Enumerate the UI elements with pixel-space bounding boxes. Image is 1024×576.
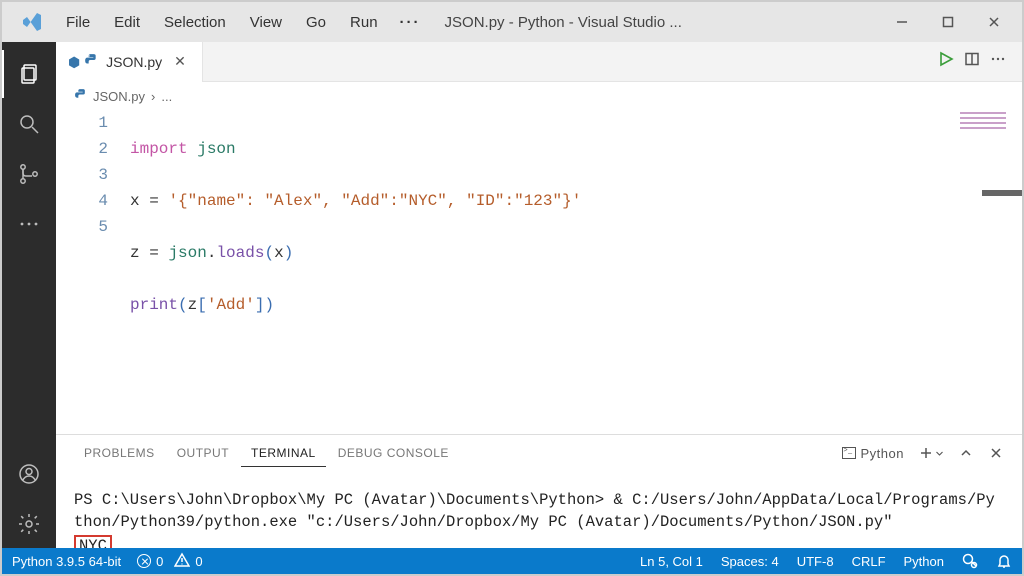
terminal-icon [842,447,856,459]
activity-search[interactable] [2,100,56,148]
window-controls [880,6,1016,38]
tab-filename: JSON.py [106,54,162,70]
minimap[interactable] [946,110,1016,180]
warning-icon [174,552,190,571]
scroll-indicator [982,190,1022,196]
activity-bar [2,42,56,548]
close-button[interactable] [972,6,1016,38]
menu-go[interactable]: Go [296,10,336,35]
activity-account[interactable] [2,450,56,498]
terminal-content[interactable]: PS C:\Users\John\Dropbox\My PC (Avatar)\… [56,471,1022,548]
panel-tab-problems[interactable]: PROBLEMS [74,440,165,466]
breadcrumb-separator-icon: › [151,89,155,104]
breadcrumb[interactable]: JSON.py › ... [56,82,1022,110]
status-python-version[interactable]: Python 3.9.5 64-bit [12,554,121,569]
status-eol[interactable]: CRLF [852,554,886,569]
breadcrumb-rest: ... [161,89,172,104]
terminal-line: PS C:\Users\John\Dropbox\My PC (Avatar)\… [74,489,1004,533]
status-indent[interactable]: Spaces: 4 [721,554,779,569]
python-file-icon [68,53,98,71]
terminal-shell-select[interactable]: Python [842,446,904,461]
status-cursor-position[interactable]: Ln 5, Col 1 [640,554,703,569]
vscode-window: File Edit Selection View Go Run ··· JSON… [0,0,1024,576]
menu-overflow-icon[interactable]: ··· [392,10,429,35]
menu-selection[interactable]: Selection [154,10,236,35]
status-notifications-icon[interactable] [996,553,1012,569]
menu-bar: File Edit Selection View Go Run ··· [56,10,429,35]
menu-run[interactable]: Run [340,10,388,35]
panel-tab-debug-console[interactable]: DEBUG CONSOLE [328,440,459,466]
maximize-button[interactable] [926,6,970,38]
activity-settings[interactable] [2,500,56,548]
breadcrumb-file: JSON.py [93,89,145,104]
bottom-panel: PROBLEMS OUTPUT TERMINAL DEBUG CONSOLE P… [56,434,1022,548]
activity-more-icon[interactable] [2,200,56,248]
status-language[interactable]: Python [904,554,944,569]
error-icon [137,554,151,568]
panel-tab-terminal[interactable]: TERMINAL [241,440,326,467]
editor-tab-json-py[interactable]: JSON.py ✕ [56,42,203,82]
status-problems[interactable]: 0 0 [137,552,202,571]
editor-more-icon[interactable] [990,51,1006,72]
panel-tab-bar: PROBLEMS OUTPUT TERMINAL DEBUG CONSOLE P… [56,435,1022,471]
vscode-logo-icon [20,10,44,34]
status-feedback-icon[interactable] [962,553,978,569]
status-bar: Python 3.9.5 64-bit 0 0 Ln 5, Col 1 Spac… [2,548,1022,574]
activity-explorer[interactable] [2,50,56,98]
code-content[interactable]: import json x = '{"name": "Alex", "Add":… [130,110,1022,422]
panel-close-icon[interactable] [988,445,1004,461]
split-editor-icon[interactable] [964,51,980,72]
panel-maximize-icon[interactable] [958,445,974,461]
terminal-new-icon[interactable] [918,445,944,461]
title-bar: File Edit Selection View Go Run ··· JSON… [2,2,1022,42]
activity-source-control[interactable] [2,150,56,198]
window-title: JSON.py - Python - Visual Studio ... [445,14,682,31]
menu-edit[interactable]: Edit [104,10,150,35]
tab-close-icon[interactable]: ✕ [170,51,190,72]
panel-tab-output[interactable]: OUTPUT [167,440,239,466]
minimize-button[interactable] [880,6,924,38]
menu-view[interactable]: View [240,10,292,35]
run-button-icon[interactable] [938,51,954,72]
menu-file[interactable]: File [56,10,100,35]
line-gutter: 1 2 3 4 5 [56,110,130,422]
editor-tab-bar: JSON.py ✕ [56,42,1022,82]
code-editor[interactable]: 1 2 3 4 5 import json x = '{"name": "Ale… [56,110,1022,434]
python-file-icon [74,88,87,104]
status-encoding[interactable]: UTF-8 [797,554,834,569]
terminal-output-highlight: NYC [74,535,112,548]
